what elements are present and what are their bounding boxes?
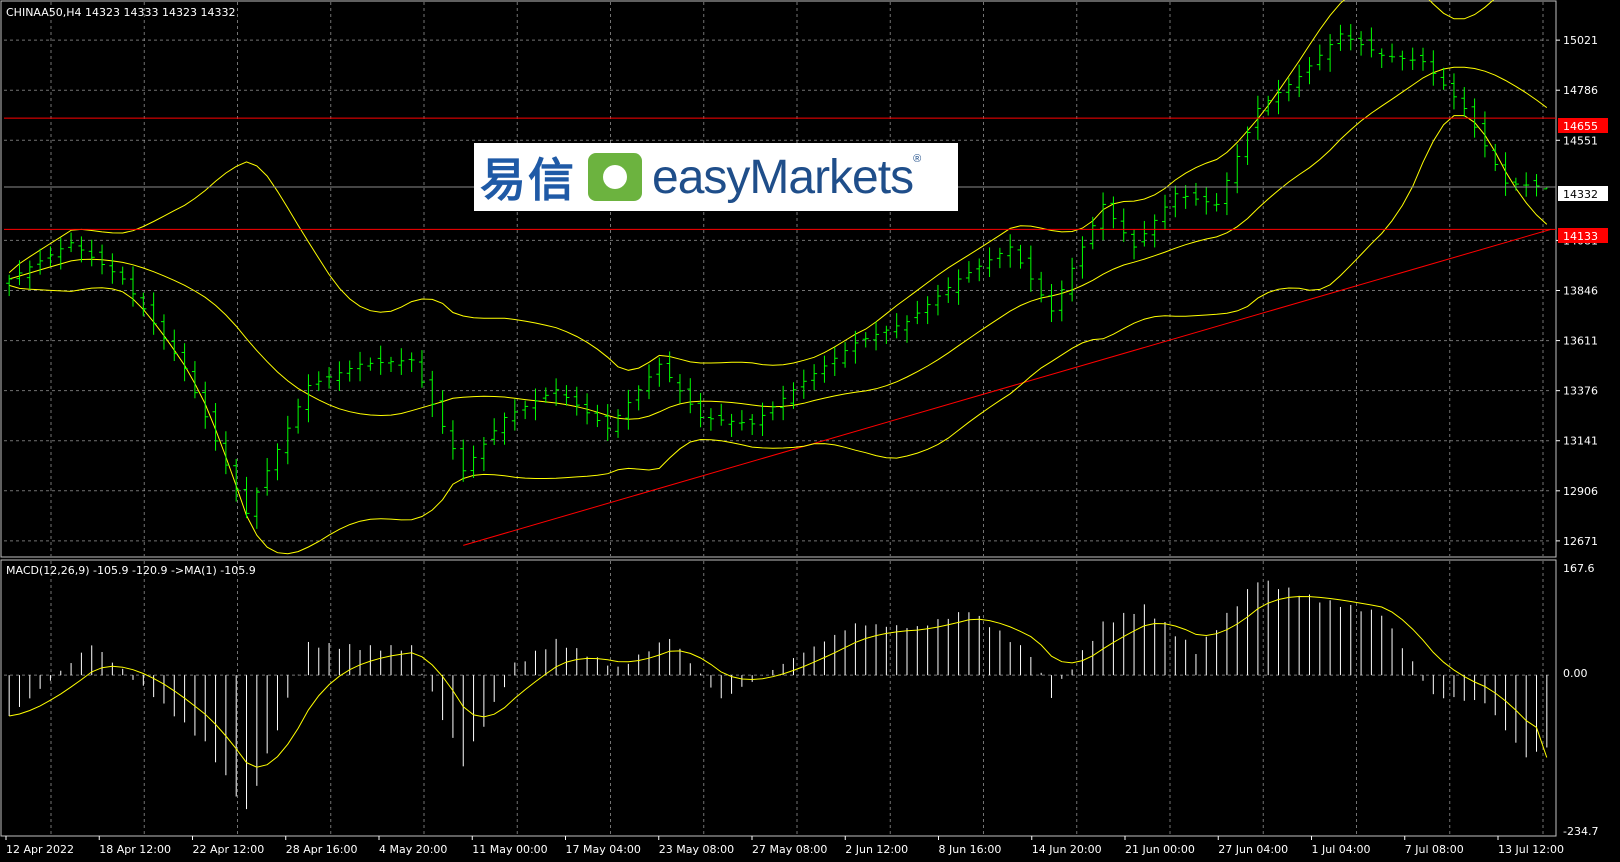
time-tick-label: 22 Apr 12:00 — [193, 843, 265, 856]
price-tick-label: 15021 — [1563, 34, 1598, 47]
price-tick-label: 13611 — [1563, 335, 1598, 348]
time-tick-label: 28 Apr 16:00 — [286, 843, 358, 856]
time-tick-label: 14 Jun 20:00 — [1032, 843, 1102, 856]
time-tick-label: 21 Jun 00:00 — [1125, 843, 1195, 856]
time-tick-label: 23 May 08:00 — [659, 843, 734, 856]
resistance-level-label: 14655 — [1563, 120, 1598, 133]
price-tick-label: 12906 — [1563, 485, 1598, 498]
macd-tick-label: 167.6 — [1563, 562, 1595, 575]
current-price-tag: 14332 — [1558, 186, 1608, 201]
time-tick-label: 1 Jul 04:00 — [1312, 843, 1371, 856]
current-price-label: 14332 — [1563, 188, 1598, 201]
price-tick-label: 14551 — [1563, 134, 1598, 147]
time-tick-label: 8 Jun 16:00 — [939, 843, 1002, 856]
time-tick-label: 2 Jun 12:00 — [845, 843, 908, 856]
support-level-label: 14133 — [1563, 230, 1598, 243]
macd-tick-label: 0.00 — [1563, 667, 1588, 680]
price-tick-label: 12671 — [1563, 535, 1598, 548]
macd-tick-label: -234.7 — [1563, 825, 1598, 838]
time-tick-label: 27 Jun 04:00 — [1218, 843, 1288, 856]
logo-chinese-text: 易信 — [480, 153, 576, 207]
logo-english-text: easyMarkets — [652, 150, 914, 204]
easymarkets-logo: 易信 easyMarkets ® — [474, 143, 958, 211]
time-tick-label: 4 May 20:00 — [379, 843, 447, 856]
resistance-level-tag: 14655 — [1558, 118, 1608, 133]
price-tick-label: 13376 — [1563, 385, 1598, 398]
macd-indicator-title: MACD(12,26,9) -105.9 -120.9 ->MA(1) -105… — [6, 564, 256, 577]
price-tick-label: 13141 — [1563, 435, 1598, 448]
trading-chart[interactable]: 1502114786145511408113846136111337613141… — [0, 0, 1620, 862]
time-tick-label: 11 May 00:00 — [472, 843, 547, 856]
time-tick-label: 27 May 08:00 — [752, 843, 827, 856]
main-chart-title: CHINAA50,H4 14323 14333 14323 14332 — [6, 6, 236, 19]
chart-background — [0, 0, 1620, 862]
time-tick-label: 17 May 04:00 — [566, 843, 641, 856]
time-tick-label: 7 Jul 08:00 — [1405, 843, 1464, 856]
time-tick-label: 18 Apr 12:00 — [99, 843, 171, 856]
time-tick-label: 12 Apr 2022 — [6, 843, 74, 856]
time-tick-label: 13 Jul 12:00 — [1498, 843, 1564, 856]
price-tick-label: 13846 — [1563, 285, 1598, 298]
logo-registered-mark: ® — [913, 153, 922, 165]
logo-mark-icon — [588, 153, 642, 201]
support-level-tag: 14133 — [1558, 228, 1608, 243]
price-tick-label: 14786 — [1563, 84, 1598, 97]
